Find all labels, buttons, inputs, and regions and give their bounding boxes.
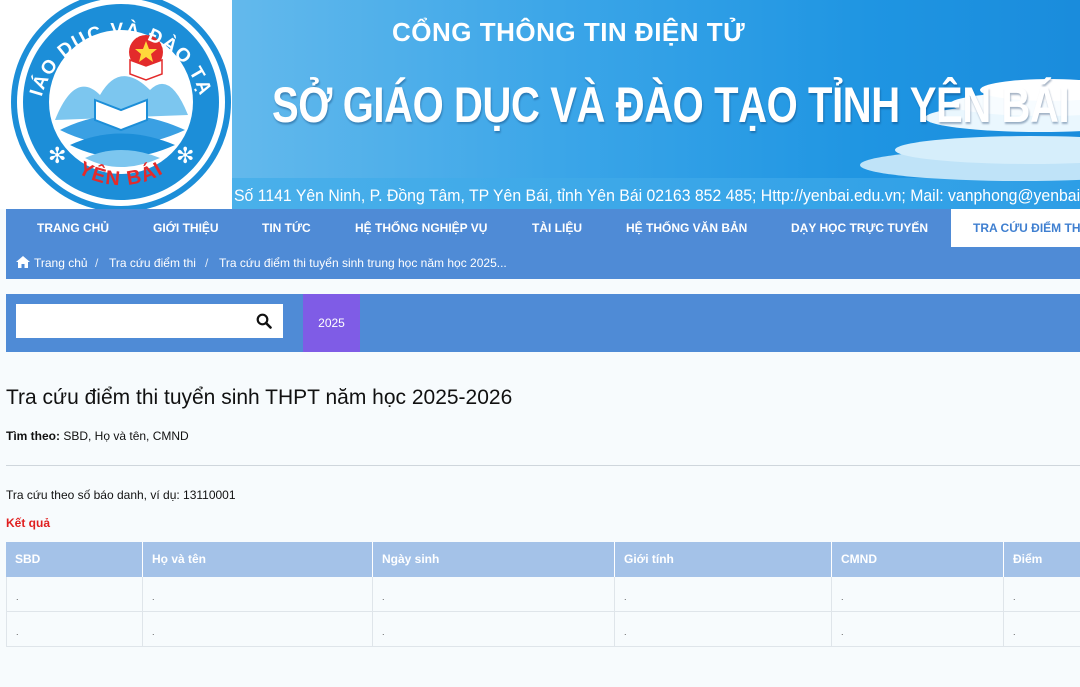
nav-item-home[interactable]: TRANG CHỦ — [37, 209, 109, 247]
snowflake-icon: ✻ — [48, 144, 66, 169]
table-cell: . — [373, 612, 615, 646]
main-nav: TRANG CHỦ GIỚI THIỆU TIN TỨC HỆ THỐNG NG… — [6, 209, 1080, 247]
column-header-sbd: SBD — [6, 542, 143, 577]
nav-item-news[interactable]: TIN TỨC — [262, 209, 311, 247]
nav-item-online-teaching[interactable]: DẠY HỌC TRỰC TUYẾN — [791, 209, 928, 247]
breadcrumb-separator: / — [205, 256, 209, 270]
breadcrumb-current: Tra cứu điểm thi tuyển sinh trung học nă… — [219, 256, 507, 270]
column-header-cmnd: CMND — [832, 542, 1004, 577]
table-cell: . — [1013, 592, 1016, 602]
nav-item-document-system[interactable]: HỆ THỐNG VĂN BẢN — [626, 209, 747, 247]
search-by-value: SBD, Họ và tên, CMND — [60, 429, 189, 443]
nav-item-business-system[interactable]: HỆ THỐNG NGHIỆP VỤ — [355, 209, 487, 247]
table-row: . . . . . . — [6, 612, 1080, 647]
table-cell: . — [615, 577, 832, 611]
table-header: SBD Họ và tên Ngày sinh Giới tính CMND Đ… — [6, 542, 1080, 577]
site-banner: GIÁO DỤC VÀ ĐÀO TẠO YÊN BÁI ✻ ✻ CỔNG THÔ… — [0, 0, 1080, 209]
nav-item-about[interactable]: GIỚI THIỆU — [153, 209, 219, 247]
search-icon[interactable] — [256, 313, 272, 329]
search-hint: Tra cứu theo số báo danh, ví dụ: 1311000… — [6, 488, 236, 502]
search-by-info: Tìm theo: SBD, Họ và tên, CMND — [6, 429, 189, 443]
table-cell: . — [832, 612, 1004, 646]
column-header-birthdate: Ngày sinh — [373, 542, 615, 577]
snowflake-icon: ✻ — [176, 144, 194, 169]
breadcrumb-separator: / — [95, 256, 99, 270]
table-row: . . . . . . — [6, 577, 1080, 612]
search-box — [16, 304, 283, 338]
search-by-label: Tìm theo: — [6, 429, 60, 443]
contact-info: Số 1141 Yên Ninh, P. Đồng Tâm, TP Yên Bá… — [234, 186, 1080, 205]
year-tab-2025[interactable]: 2025 — [303, 294, 360, 352]
page-title: Tra cứu điểm thi tuyển sinh THPT năm học… — [6, 386, 513, 409]
portal-subtitle: CỔNG THÔNG TIN ĐIỆN TỬ — [392, 17, 746, 47]
table-cell: . — [373, 577, 615, 611]
breadcrumb-home[interactable]: Trang chủ — [16, 256, 88, 270]
result-label: Kết quả — [6, 516, 51, 530]
search-bar: 2025 — [6, 294, 1080, 352]
search-input[interactable] — [16, 304, 248, 338]
table-cell: . — [143, 612, 373, 646]
table-cell: . — [832, 577, 1004, 611]
table-cell: . — [1013, 627, 1016, 637]
column-header-score: Điểm — [1013, 552, 1043, 566]
breadcrumb: Trang chủ / Tra cứu điểm thi / Tra cứu đ… — [6, 247, 1080, 279]
home-icon — [16, 256, 30, 268]
breadcrumb-home-label: Trang chủ — [34, 256, 88, 270]
portal-title: SỞ GIÁO DỤC VÀ ĐÀO TẠO TỈNH YÊN BÁI — [272, 77, 1070, 133]
nav-item-score-lookup[interactable]: TRA CỨU ĐIỂM THI — [951, 209, 1080, 247]
column-header-name: Họ và tên — [143, 542, 373, 577]
column-header-gender: Giới tính — [615, 542, 832, 577]
table-cell: . — [6, 612, 143, 646]
divider — [6, 465, 1080, 466]
table-cell: . — [6, 577, 143, 611]
table-cell: . — [615, 612, 832, 646]
logo: GIÁO DỤC VÀ ĐÀO TẠO YÊN BÁI ✻ ✻ — [0, 0, 231, 209]
nav-item-documents[interactable]: TÀI LIỆU — [532, 209, 582, 247]
table-cell: . — [143, 577, 373, 611]
breadcrumb-score-lookup[interactable]: Tra cứu điểm thi — [109, 256, 196, 270]
